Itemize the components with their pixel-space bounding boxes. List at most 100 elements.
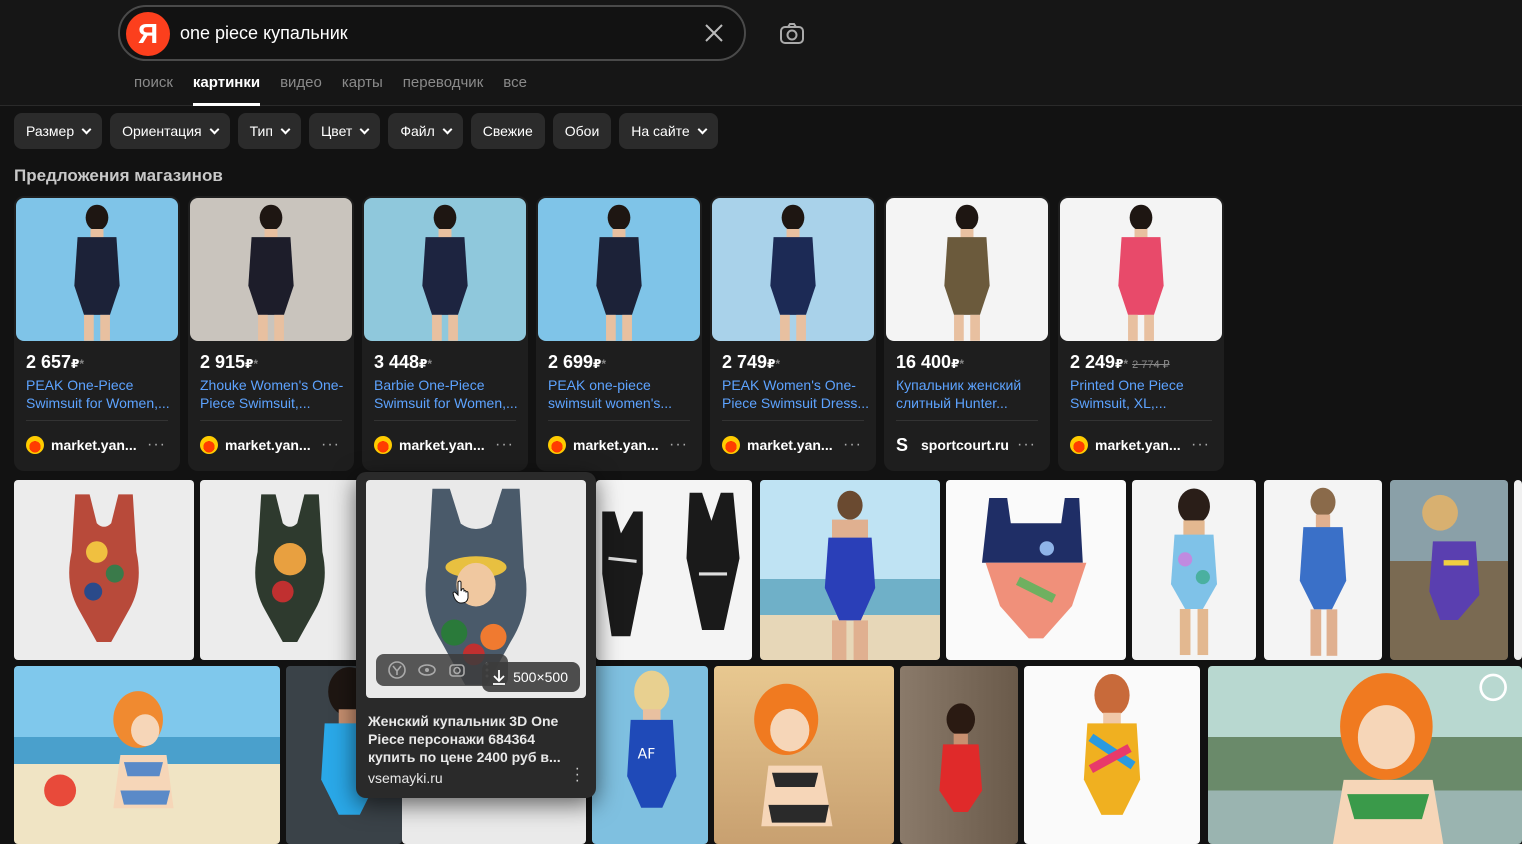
filter-wallpapers[interactable]: Обои [552, 113, 612, 149]
filter-orientation[interactable]: Ориентация [110, 113, 230, 149]
filter-fresh[interactable]: Свежие [470, 113, 545, 149]
image-result[interactable] [1514, 480, 1522, 660]
swimsuit-image [770, 204, 816, 341]
image-result[interactable] [1132, 480, 1256, 660]
image-result[interactable] [1264, 480, 1382, 660]
section-title: Предложения магазинов [14, 166, 223, 185]
filter-on-site[interactable]: На сайте [619, 113, 718, 149]
swimsuit-image [69, 494, 139, 642]
filter-file[interactable]: Файл [388, 113, 463, 149]
shop-link[interactable]: market.yan... [1070, 436, 1181, 454]
tab-maps[interactable]: карты [342, 74, 383, 106]
product-image[interactable] [16, 198, 178, 341]
product-image[interactable] [712, 198, 874, 341]
shop-name: market.yan... [51, 437, 137, 453]
more-horizontal-icon[interactable]: ··· [843, 436, 862, 454]
divider [26, 420, 168, 421]
product-title[interactable]: Купальник женский слитный Hunter... [896, 376, 1046, 412]
swimsuit-image [74, 204, 120, 341]
image-result[interactable] [200, 480, 380, 660]
alice-icon[interactable] [387, 660, 407, 680]
more-vertical-icon[interactable]: · · · [575, 761, 580, 789]
product-card[interactable]: 2 657₽* PEAK One-Piece Swimsuit for Wome… [14, 196, 180, 471]
divider [374, 420, 516, 421]
tab-video[interactable]: видео [280, 74, 322, 106]
product-image[interactable] [1060, 198, 1222, 341]
product-title[interactable]: Printed One Piece Swimsuit, XL,... [1070, 376, 1220, 412]
product-image[interactable] [364, 198, 526, 341]
preview-domain[interactable]: vsemayki.ru [368, 770, 443, 786]
image-result[interactable] [900, 666, 1018, 844]
yandex-logo[interactable]: Я [126, 12, 170, 56]
image-result[interactable] [596, 480, 752, 660]
chevron-down-icon [209, 124, 220, 134]
eye-icon[interactable] [417, 660, 437, 680]
product-title[interactable]: PEAK One-Piece Swimsuit for Women,... [26, 376, 176, 412]
image-result[interactable] [1208, 666, 1522, 844]
more-horizontal-icon[interactable]: ··· [1191, 436, 1210, 454]
product-image[interactable] [190, 198, 352, 341]
more-horizontal-icon[interactable]: ··· [1017, 436, 1036, 454]
product-price: 2 699₽* [548, 352, 607, 372]
image-result[interactable] [14, 666, 280, 844]
product-price: 2 657₽* [26, 352, 85, 372]
anime-image [754, 683, 833, 827]
search-bar[interactable]: Я one piece купальник [118, 5, 746, 61]
product-image[interactable] [538, 198, 700, 341]
image-result[interactable]: AF [592, 666, 708, 844]
image-result[interactable] [760, 480, 940, 660]
image-preview-popup[interactable]: 500×500 Женский купальник 3D One Piece п… [356, 472, 596, 798]
product-card[interactable]: 2 699₽* PEAK one-piece swimsuit women's.… [536, 196, 702, 471]
filter-type[interactable]: Тип [237, 113, 301, 149]
image-result[interactable] [1024, 666, 1200, 844]
shop-link[interactable]: S sportcourt.ru [896, 436, 1009, 454]
product-title[interactable]: Zhouke Women's One-Piece Swimsuit,... [200, 376, 350, 412]
filter-size[interactable]: Размер [14, 113, 103, 149]
swimsuit-image [1118, 204, 1164, 341]
product-card[interactable]: 2 249₽* 2 774 ₽ Printed One Piece Swimsui… [1058, 196, 1224, 471]
filter-color[interactable]: Цвет [308, 113, 381, 149]
more-horizontal-icon[interactable]: ··· [321, 436, 340, 454]
swimsuit-image [939, 703, 983, 812]
divider [722, 420, 864, 421]
shop-link[interactable]: market.yan... [722, 436, 833, 454]
image-result[interactable] [1390, 480, 1508, 660]
image-result[interactable] [714, 666, 894, 844]
shop-link[interactable]: market.yan... [548, 436, 659, 454]
market-icon [200, 436, 218, 454]
preview-title[interactable]: Женский купальник 3D One Piece персонажи… [368, 712, 564, 766]
divider [548, 420, 690, 421]
tab-translator[interactable]: переводчик [403, 74, 483, 106]
tab-search[interactable]: поиск [134, 74, 173, 106]
search-tabs: поиск картинки видео карты переводчик вс… [134, 74, 547, 106]
camera-icon[interactable] [778, 20, 806, 48]
product-title[interactable]: PEAK Women's One-Piece Swimsuit Dress... [722, 376, 872, 412]
shop-link[interactable]: market.yan... [26, 436, 137, 454]
product-price: 3 448₽* [374, 352, 433, 372]
product-card[interactable]: 3 448₽* Barbie One-Piece Swimsuit for Wo… [362, 196, 528, 471]
market-icon [26, 436, 44, 454]
product-title[interactable]: Barbie One-Piece Swimsuit for Women,... [374, 376, 524, 412]
image-search-icon[interactable] [447, 660, 467, 680]
filter-label: Цвет [320, 123, 353, 139]
more-horizontal-icon[interactable]: ··· [495, 436, 514, 454]
shop-link[interactable]: market.yan... [374, 436, 485, 454]
product-card[interactable]: 2 915₽* Zhouke Women's One-Piece Swimsui… [188, 196, 354, 471]
product-image[interactable] [886, 198, 1048, 341]
product-card[interactable]: 2 749₽* PEAK Women's One-Piece Swimsuit … [710, 196, 876, 471]
product-card[interactable]: 16 400₽* Купальник женский слитный Hunte… [884, 196, 1050, 471]
chevron-down-icon [359, 124, 370, 134]
more-horizontal-icon[interactable]: ··· [147, 436, 166, 454]
image-result[interactable] [946, 480, 1126, 660]
close-icon[interactable] [702, 21, 726, 45]
product-title[interactable]: PEAK one-piece swimsuit women's... [548, 376, 698, 412]
tab-images[interactable]: картинки [192, 74, 261, 106]
search-input[interactable]: one piece купальник [180, 23, 348, 44]
shop-link[interactable]: market.yan... [200, 436, 311, 454]
swimsuit-image [596, 204, 642, 341]
tab-all[interactable]: все [503, 74, 527, 106]
download-button[interactable]: 500×500 [482, 662, 580, 692]
image-result[interactable] [14, 480, 194, 660]
anime-image [44, 691, 174, 809]
more-horizontal-icon[interactable]: ··· [669, 436, 688, 454]
